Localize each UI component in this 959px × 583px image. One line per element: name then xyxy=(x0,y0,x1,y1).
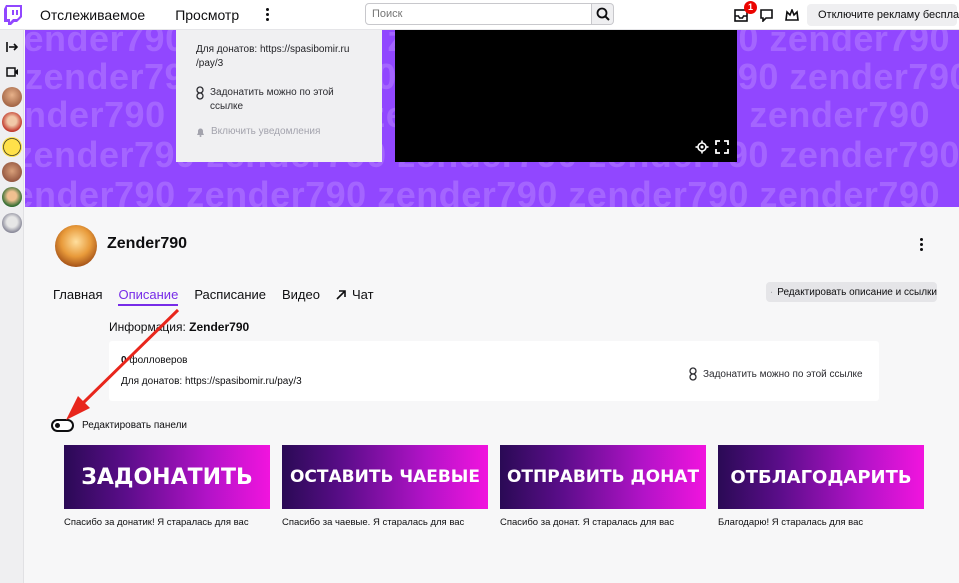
panel-title: ОСТАВИТЬ ЧАЕВЫЕ xyxy=(289,467,481,487)
notification-count-badge: 1 xyxy=(744,1,757,14)
link-icon xyxy=(196,86,204,100)
followed-channel-avatar[interactable] xyxy=(2,162,22,182)
edit-description-label: Редактировать описание и ссылки xyxy=(777,286,937,298)
about-title-name: Zender790 xyxy=(189,320,250,334)
whispers-button[interactable] xyxy=(757,6,775,24)
notify-label: Включить уведомления xyxy=(211,126,321,137)
external-arrow-icon xyxy=(771,291,773,293)
more-menu-icon[interactable] xyxy=(259,8,275,21)
donation-text: Для донатов: https://spasibomir.ru/pay/3 xyxy=(121,376,302,387)
panel-caption: Благодарю! Я старалась для вас xyxy=(718,517,864,528)
donation-text: /pay/3 xyxy=(196,58,224,69)
about-title: Информация: Zender790 xyxy=(109,320,249,334)
ad-free-button[interactable]: Отключите рекламу бесплатно xyxy=(807,4,959,26)
video-player[interactable] xyxy=(395,30,737,162)
camera-icon[interactable] xyxy=(3,63,21,81)
followers-label: фолловеров xyxy=(126,355,188,366)
channel-more-icon[interactable] xyxy=(920,238,923,251)
panel-title: ЗАДОНАТИТЬ xyxy=(81,464,253,490)
panel-image[interactable]: ЗАДОНАТИТЬ xyxy=(64,445,270,509)
donation-text: Для донатов: https://spasibomir.ru xyxy=(196,44,350,55)
tab-schedule[interactable]: Расписание xyxy=(194,287,266,306)
donate-link[interactable]: Задонатить можно по этой ссылке xyxy=(196,86,362,114)
external-arrow-icon xyxy=(336,289,346,300)
tab-home[interactable]: Главная xyxy=(53,287,102,306)
tab-chat[interactable]: Чат xyxy=(336,287,374,306)
followed-channel-avatar[interactable] xyxy=(2,87,22,107)
edit-panels-toggle[interactable] xyxy=(51,419,74,432)
banner-watermark: zender790 zender790 zender790 zender790 … xyxy=(25,174,940,207)
search-button[interactable] xyxy=(592,3,614,25)
followed-channel-avatar[interactable] xyxy=(2,137,22,157)
ad-free-label: Отключите рекламу бесплатно xyxy=(818,9,959,21)
channel-avatar[interactable] xyxy=(55,225,97,267)
notifications-button[interactable]: 1 xyxy=(732,1,757,24)
donate-link-label: Задонатить можно по этой ссылке xyxy=(703,368,863,380)
link-icon xyxy=(689,367,697,381)
expand-sidebar-icon[interactable] xyxy=(3,38,21,56)
search-bar xyxy=(365,3,614,25)
tab-about[interactable]: Описание xyxy=(118,287,179,306)
followed-channel-avatar[interactable] xyxy=(2,112,22,132)
channel-banner: zender790 zender790 zender790 zender790 … xyxy=(25,30,959,207)
nav-browse-link[interactable]: Просмотр xyxy=(175,7,239,23)
edit-panels-label: Редактировать панели xyxy=(82,420,188,431)
search-input[interactable] xyxy=(365,3,592,25)
followers-count: 0 фолловеров xyxy=(121,355,187,366)
panel-caption: Спасибо за чаевые. Я старалась для вас xyxy=(282,517,465,528)
nav-following-link[interactable]: Отслеживаемое xyxy=(40,7,145,23)
edit-description-button[interactable]: Редактировать описание и ссылки xyxy=(766,282,937,302)
followed-channel-avatar[interactable] xyxy=(2,213,22,233)
donate-link-label: Задонатить можно по этой ссылке xyxy=(210,87,334,112)
settings-gear-icon[interactable] xyxy=(695,140,709,154)
chat-bubble-icon xyxy=(759,8,773,22)
crown-icon xyxy=(785,9,799,21)
panel-image[interactable]: ОСТАВИТЬ ЧАЕВЫЕ xyxy=(282,445,488,509)
about-box: 0 фолловеров Для донатов: https://spasib… xyxy=(109,341,879,401)
tab-chat-label: Чат xyxy=(351,287,374,302)
banner-info-card: Для донатов: https://spasibomir.ru /pay/… xyxy=(176,30,382,162)
panel-image[interactable]: ОТПРАВИТЬ ДОНАТ xyxy=(500,445,706,509)
panel-title: ОТБЛАГОДАРИТЬ xyxy=(730,466,912,488)
about-title-prefix: Информация: xyxy=(109,320,190,334)
channel-name: Zender790 xyxy=(107,235,188,252)
search-icon xyxy=(596,7,610,21)
notify-button[interactable]: Включить уведомления xyxy=(196,126,362,137)
channel-tabs: Главная Описание Расписание Видео Чат xyxy=(53,287,390,306)
tab-videos[interactable]: Видео xyxy=(282,287,320,306)
panel-caption: Спасибо за донатик! Я старалась для вас xyxy=(64,517,249,528)
prime-button[interactable] xyxy=(783,6,801,24)
panel-caption: Спасибо за донат. Я старалась для вас xyxy=(500,517,675,528)
edit-panels-row: Редактировать панели xyxy=(51,419,187,432)
left-rail xyxy=(0,30,24,583)
bell-icon xyxy=(197,128,204,137)
fullscreen-icon[interactable] xyxy=(715,140,729,154)
donate-link[interactable]: Задонатить можно по этой ссылке xyxy=(689,367,863,381)
panel-title: ОТПРАВИТЬ ДОНАТ xyxy=(506,467,700,487)
followed-channel-avatar[interactable] xyxy=(2,187,22,207)
twitch-logo-icon[interactable] xyxy=(2,4,24,26)
panel-image[interactable]: ОТБЛАГОДАРИТЬ xyxy=(718,445,924,509)
